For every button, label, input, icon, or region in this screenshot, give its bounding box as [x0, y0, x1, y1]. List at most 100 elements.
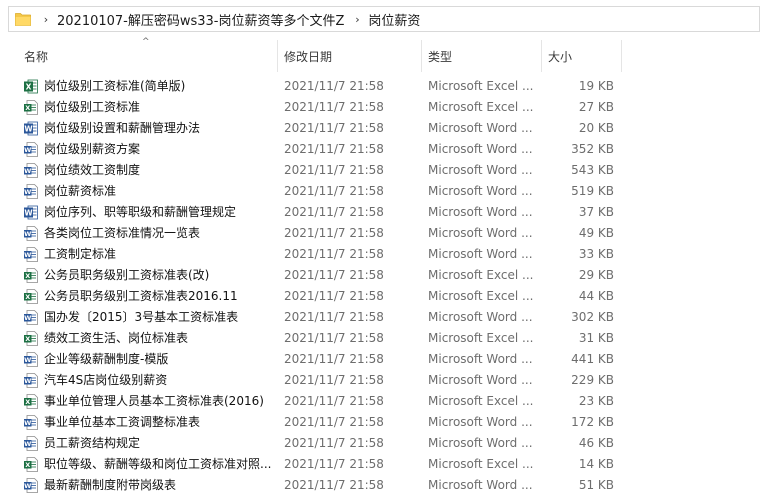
- column-header-date[interactable]: 修改日期: [278, 40, 422, 72]
- file-modified-date: 2021/11/7 21:58: [284, 310, 384, 324]
- file-row[interactable]: X 公务员职务级别工资标准表(改) 2021/11/7 21:58 Microsoft…: [0, 265, 768, 286]
- file-name: 岗位薪资标准: [44, 184, 117, 198]
- file-size: 229 KB: [571, 373, 614, 387]
- file-row[interactable]: W 事业单位基本工资调整标准表 2021/11/7 21:58 Microsoft W…: [0, 412, 768, 433]
- excel-file-icon: X: [24, 331, 38, 346]
- file-name: 岗位级别薪资方案: [44, 142, 141, 156]
- file-name: 企业等级薪酬制度-模版: [44, 352, 169, 366]
- excel-file-icon: X: [24, 268, 38, 283]
- svg-text:W: W: [24, 251, 31, 259]
- word-file-icon: W: [24, 436, 38, 451]
- breadcrumb-item-parent[interactable]: 20210107-解压密码ws33-岗位薪资等多个文件Z: [53, 10, 348, 29]
- file-modified-date: 2021/11/7 21:58: [284, 289, 384, 303]
- file-type: Microsoft Excel ...: [428, 289, 534, 303]
- file-modified-date: 2021/11/7 21:58: [284, 415, 384, 429]
- column-header-size[interactable]: 大小: [542, 40, 622, 72]
- file-size: 49 KB: [578, 226, 614, 240]
- word-file-icon: W: [24, 352, 38, 367]
- file-modified-date: 2021/11/7 21:58: [284, 352, 384, 366]
- file-size: 37 KB: [578, 205, 614, 219]
- file-row[interactable]: X 绩效工资生活、岗位标准表 2021/11/7 21:58 Microsoft Ex…: [0, 328, 768, 349]
- file-row[interactable]: X 岗位级别工资标准 2021/11/7 21:58 Microsoft Excel …: [0, 97, 768, 118]
- file-modified-date: 2021/11/7 21:58: [284, 184, 384, 198]
- file-modified-date: 2021/11/7 21:58: [284, 478, 384, 492]
- file-size: 33 KB: [578, 247, 614, 261]
- svg-text:X: X: [25, 335, 30, 343]
- file-name: 公务员职务级别工资标准表(改): [44, 268, 210, 282]
- file-type: Microsoft Word ...: [428, 436, 533, 450]
- file-size: 441 KB: [571, 352, 614, 366]
- file-type: Microsoft Excel ...: [428, 100, 534, 114]
- file-type: Microsoft Word ...: [428, 205, 533, 219]
- svg-text:W: W: [24, 356, 31, 364]
- file-size: 352 KB: [571, 142, 614, 156]
- file-size: 23 KB: [578, 394, 614, 408]
- folder-icon: [15, 12, 31, 26]
- file-modified-date: 2021/11/7 21:58: [284, 268, 384, 282]
- file-name: 事业单位管理人员基本工资标准表(2016): [44, 394, 264, 408]
- breadcrumb-item-current[interactable]: 岗位薪资: [364, 10, 424, 29]
- word-file-icon: W: [24, 205, 38, 220]
- file-row[interactable]: W 企业等级薪酬制度-模版 2021/11/7 21:58 Microsoft Wor…: [0, 349, 768, 370]
- file-row[interactable]: W 汽车4S店岗位级别薪资 2021/11/7 21:58 Microsoft Wor…: [0, 370, 768, 391]
- file-size: 46 KB: [578, 436, 614, 450]
- chevron-right-icon[interactable]: ›: [39, 13, 53, 26]
- column-header-name[interactable]: 名称: [18, 40, 278, 72]
- file-row[interactable]: W 各类岗位工资标准情况一览表 2021/11/7 21:58 Microsoft W…: [0, 223, 768, 244]
- file-size: 20 KB: [578, 121, 614, 135]
- file-modified-date: 2021/11/7 21:58: [284, 79, 384, 93]
- file-modified-date: 2021/11/7 21:58: [284, 100, 384, 114]
- svg-text:X: X: [25, 398, 30, 406]
- file-modified-date: 2021/11/7 21:58: [284, 373, 384, 387]
- file-row[interactable]: W 最新薪酬制度附带岗级表 2021/11/7 21:58 Microsoft Wor…: [0, 475, 768, 496]
- file-row[interactable]: W 岗位序列、职等职级和薪酬管理规定 2021/11/7 21:58 Microsof…: [0, 202, 768, 223]
- file-modified-date: 2021/11/7 21:58: [284, 142, 384, 156]
- file-row[interactable]: X 岗位级别工资标准(简单版) 2021/11/7 21:58 Microsoft E…: [0, 76, 768, 97]
- file-size: 44 KB: [578, 289, 614, 303]
- file-explorer-window: › 20210107-解压密码ws33-岗位薪资等多个文件Z › 岗位薪资 ^ …: [0, 0, 768, 504]
- excel-file-icon: X: [24, 289, 38, 304]
- file-size: 302 KB: [571, 310, 614, 324]
- file-row[interactable]: W 岗位级别薪资方案 2021/11/7 21:58 Microsoft Word .…: [0, 139, 768, 160]
- file-modified-date: 2021/11/7 21:58: [284, 226, 384, 240]
- word-file-icon: W: [24, 142, 38, 157]
- file-type: Microsoft Excel ...: [428, 394, 534, 408]
- file-type: Microsoft Excel ...: [428, 331, 534, 345]
- excel-file-icon: X: [24, 457, 38, 472]
- file-name: 汽车4S店岗位级别薪资: [44, 373, 168, 387]
- file-size: 14 KB: [578, 457, 614, 471]
- svg-text:W: W: [24, 419, 31, 427]
- file-name: 公务员职务级别工资标准表2016.11: [44, 289, 238, 303]
- chevron-right-icon[interactable]: ›: [350, 13, 364, 26]
- file-row[interactable]: W 岗位薪资标准 2021/11/7 21:58 Microsoft Word ...…: [0, 181, 768, 202]
- file-type: Microsoft Word ...: [428, 415, 533, 429]
- word-file-icon: W: [24, 478, 38, 493]
- file-name: 事业单位基本工资调整标准表: [44, 415, 201, 429]
- column-header-type[interactable]: 类型: [422, 40, 542, 72]
- file-type: Microsoft Word ...: [428, 226, 533, 240]
- svg-text:X: X: [26, 82, 32, 91]
- file-row[interactable]: W 岗位级别设置和薪酬管理办法 2021/11/7 21:58 Microsoft W…: [0, 118, 768, 139]
- svg-text:W: W: [24, 230, 31, 238]
- file-name: 绩效工资生活、岗位标准表: [44, 331, 189, 345]
- file-row[interactable]: X 事业单位管理人员基本工资标准表(2016) 2021/11/7 21:58 Mic…: [0, 391, 768, 412]
- file-type: Microsoft Word ...: [428, 163, 533, 177]
- svg-text:W: W: [24, 482, 31, 490]
- file-modified-date: 2021/11/7 21:58: [284, 457, 384, 471]
- word-file-icon: W: [24, 163, 38, 178]
- word-file-icon: W: [24, 373, 38, 388]
- svg-text:X: X: [25, 461, 30, 469]
- address-bar[interactable]: › 20210107-解压密码ws33-岗位薪资等多个文件Z › 岗位薪资: [8, 6, 760, 32]
- column-header-row: 名称 修改日期 类型 大小: [0, 40, 768, 72]
- file-row[interactable]: W 岗位绩效工资制度 2021/11/7 21:58 Microsoft Word .…: [0, 160, 768, 181]
- file-row[interactable]: W 员工薪资结构规定 2021/11/7 21:58 Microsoft Word .…: [0, 433, 768, 454]
- svg-text:X: X: [25, 272, 30, 280]
- file-row[interactable]: X 公务员职务级别工资标准表2016.11 2021/11/7 21:58 Micro…: [0, 286, 768, 307]
- svg-text:W: W: [24, 167, 31, 175]
- file-row[interactable]: X 职位等级、薪酬等级和岗位工资标准对照... 2021/11/7 21:58 Mic…: [0, 454, 768, 475]
- file-row[interactable]: W 工资制定标准 2021/11/7 21:58 Microsoft Word ...…: [0, 244, 768, 265]
- file-type: Microsoft Word ...: [428, 310, 533, 324]
- file-name: 岗位级别设置和薪酬管理办法: [44, 121, 201, 135]
- file-row[interactable]: W 国办发〔2015〕3号基本工资标准表 2021/11/7 21:58 Micros…: [0, 307, 768, 328]
- svg-text:W: W: [24, 208, 33, 217]
